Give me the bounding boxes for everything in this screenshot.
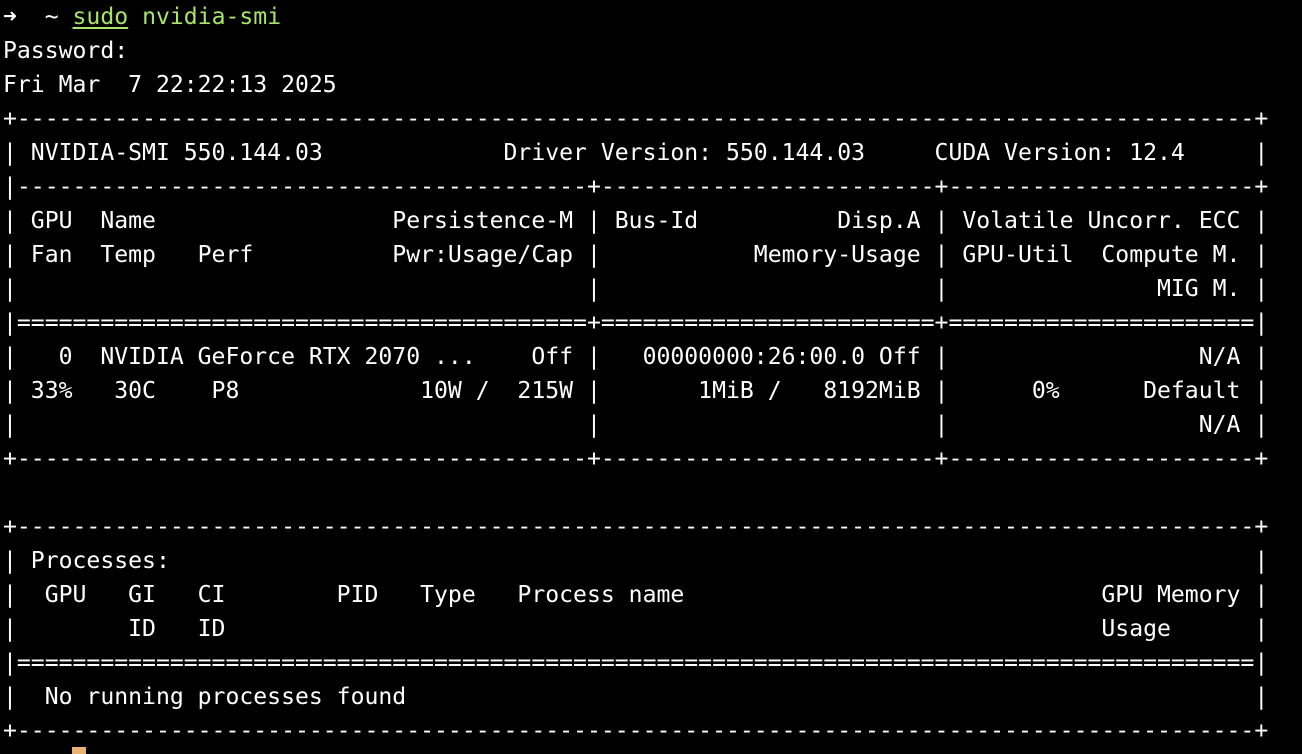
- table-separator: |---------------------------------------…: [3, 174, 1269, 200]
- cursor-block: [72, 747, 86, 754]
- gpu-header-row-2: | Fan Temp Perf Pwr:Usage/Cap | Memory-U…: [3, 242, 1269, 268]
- processes-title-row: | Processes: |: [3, 548, 1269, 574]
- processes-border-bottom: +---------------------------------------…: [3, 718, 1269, 744]
- gpu-row-1: | 0 NVIDIA GeForce RTX 2070 ... Off | 00…: [3, 344, 1269, 370]
- gpu-row-2: | 33% 30C P8 10W / 215W | 1MiB / 8192MiB…: [3, 378, 1269, 404]
- prompt-directory: ~: [44, 4, 59, 30]
- terminal-window[interactable]: ➜ ~ sudo nvidia-smi Password: Fri Mar 7 …: [0, 0, 1302, 754]
- sudo-command: sudo: [72, 4, 129, 30]
- processes-header-row-1: | GPU GI CI PID Type Process name GPU Me…: [3, 582, 1269, 608]
- timestamp-line: Fri Mar 7 22:22:13 2025: [3, 72, 337, 98]
- table-border-bottom: +---------------------------------------…: [3, 446, 1269, 472]
- command-text: nvidia-smi: [142, 4, 282, 30]
- gpu-header-row-1: | GPU Name Persistence-M | Bus-Id Disp.A…: [3, 208, 1269, 234]
- processes-divider: |=======================================…: [3, 650, 1269, 676]
- header-divider: |=======================================…: [3, 310, 1269, 336]
- prompt-line: ➜ ~ sudo nvidia-smi: [3, 0, 1302, 34]
- version-row: | NVIDIA-SMI 550.144.03 Driver Version: …: [3, 140, 1269, 166]
- no-processes-row: | No running processes found |: [3, 684, 1269, 710]
- processes-border-top: +---------------------------------------…: [3, 514, 1269, 540]
- gpu-header-row-3: | | | MIG M. |: [3, 276, 1269, 302]
- gpu-row-3: | | | N/A |: [3, 412, 1269, 438]
- password-prompt: Password:: [3, 38, 129, 64]
- processes-header-row-2: | ID ID Usage |: [3, 616, 1269, 642]
- table-border-top: +---------------------------------------…: [3, 106, 1269, 132]
- prompt-arrow-icon: ➜: [3, 4, 17, 30]
